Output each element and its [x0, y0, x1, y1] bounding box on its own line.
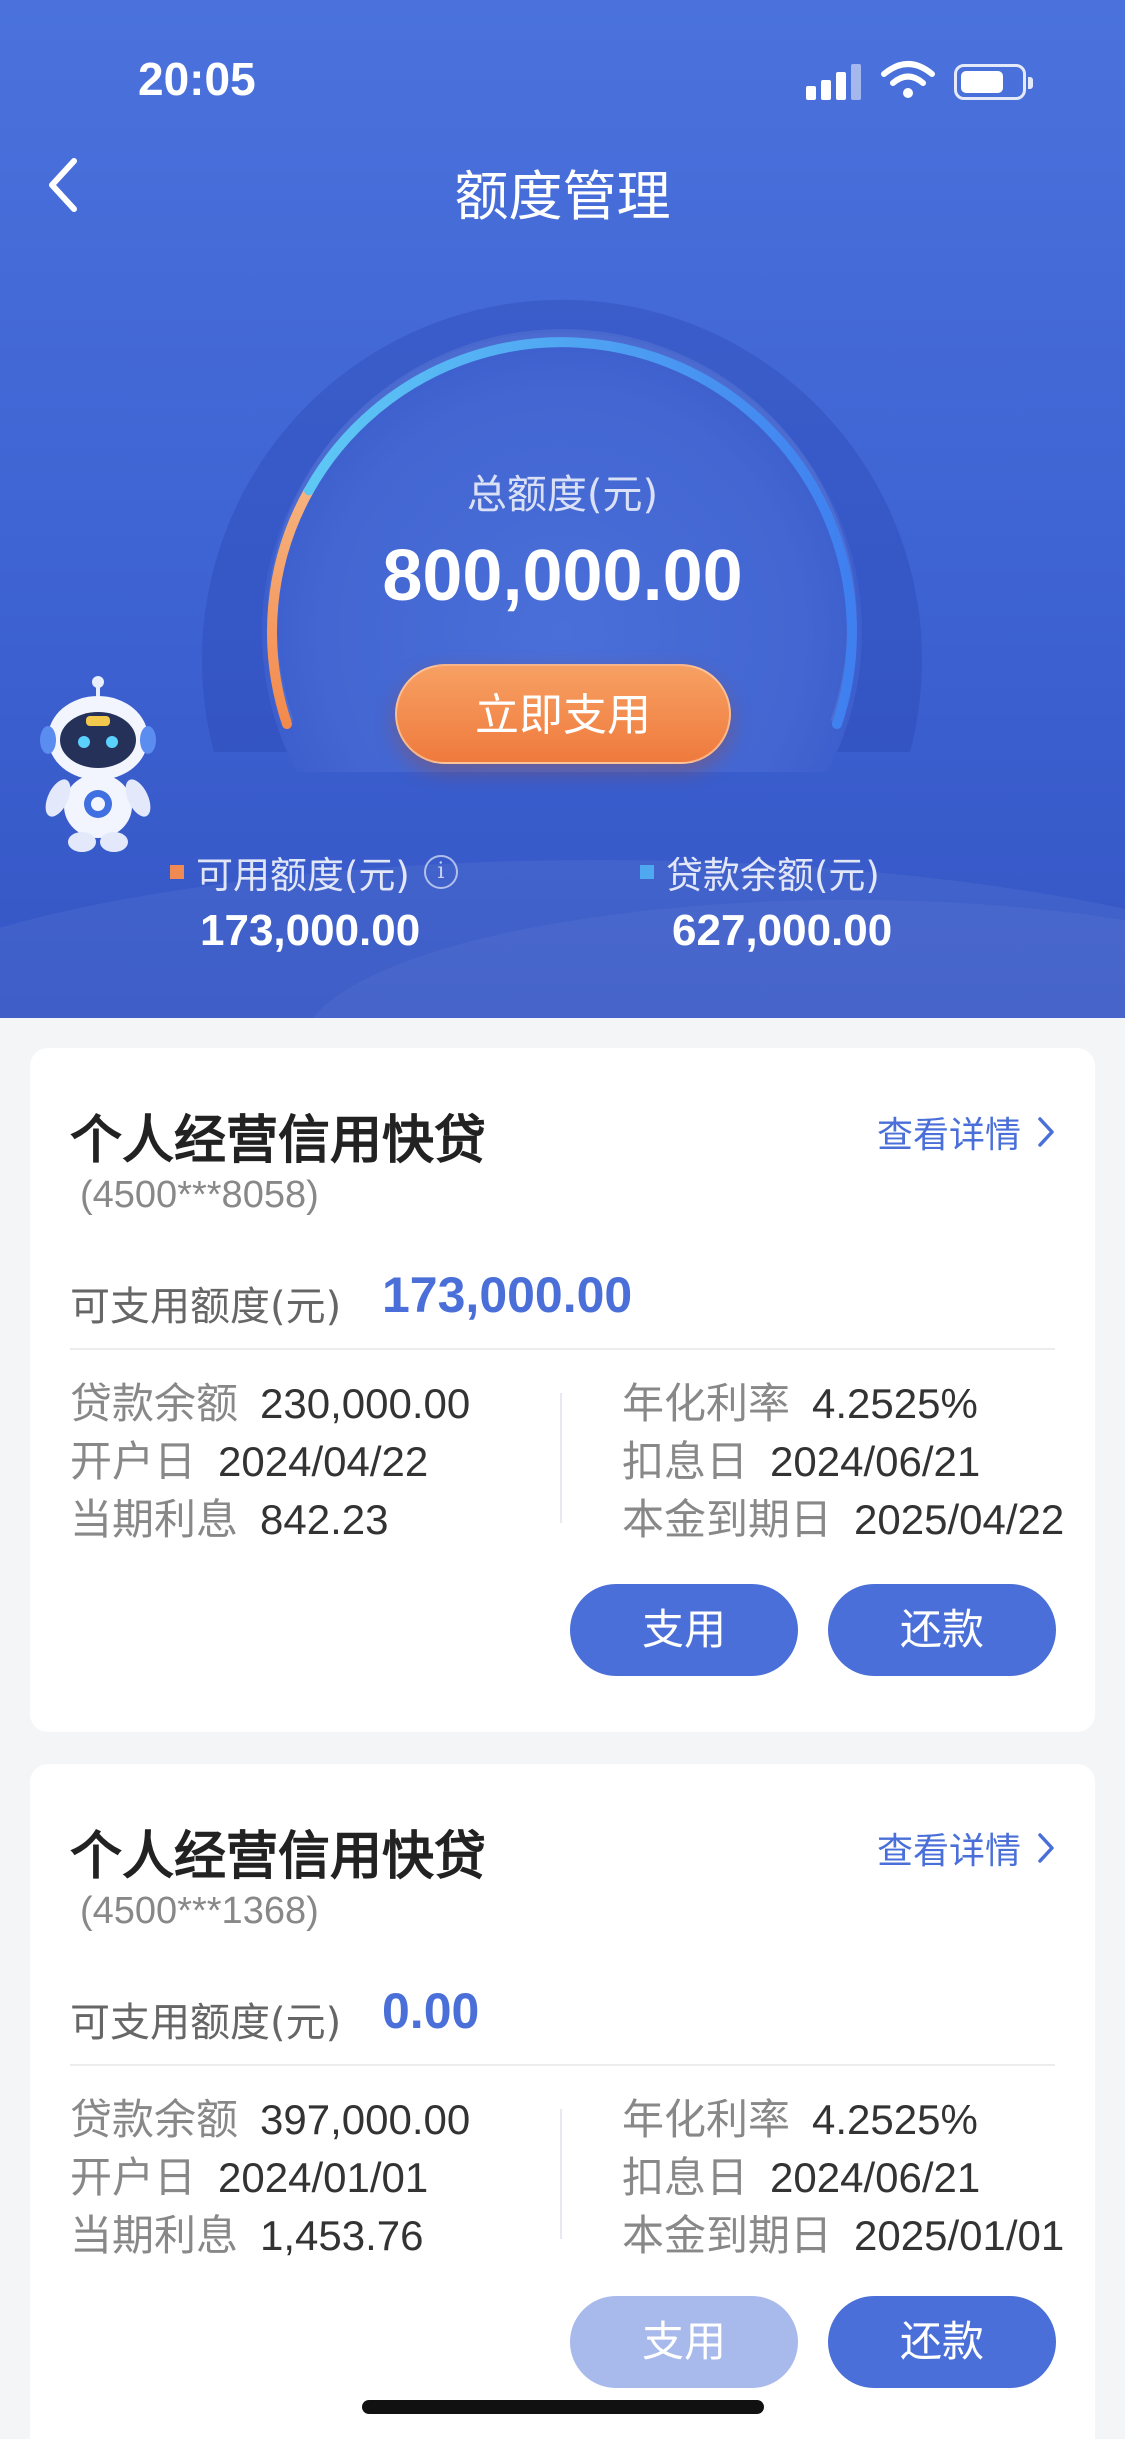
interest-date-row: 扣息日 2024/06/21	[622, 1428, 980, 1489]
maturity-date-row: 本金到期日 2025/01/01	[622, 2202, 1064, 2263]
loan-balance-row: 贷款余额 230,000.00	[70, 1370, 470, 1431]
view-details-link[interactable]: 查看详情	[877, 1106, 1055, 1158]
view-details-label: 查看详情	[876, 1115, 1021, 1156]
field-label: 年化利率	[622, 2095, 791, 2144]
field-label: 本金到期日	[622, 2211, 833, 2260]
total-limit-label: 总额度(元)	[466, 472, 659, 518]
loan-balance-value: 627,000.00	[672, 906, 893, 955]
field-label: 年化利率	[622, 1379, 791, 1428]
view-details-link[interactable]: 查看详情	[877, 1822, 1055, 1874]
field-value: 1,453.76	[260, 2212, 424, 2259]
home-indicator	[362, 2400, 764, 2414]
annual-rate-row: 年化利率 4.2525%	[622, 1370, 978, 1431]
use-now-button[interactable]: 立即支用	[395, 664, 731, 764]
field-value: 4.2525%	[812, 2096, 978, 2143]
use-button[interactable]: 支用	[570, 2296, 798, 2388]
open-date-row: 开户日 2024/01/01	[70, 2144, 428, 2205]
loan-card: 个人经营信用快贷 (4500***1368) 查看详情 可支用额度(元) 0.0…	[30, 1764, 1095, 2439]
open-date-row: 开户日 2024/04/22	[70, 1428, 428, 1489]
cellular-signal-icon	[806, 64, 862, 100]
field-label: 贷款余额	[70, 2095, 239, 2144]
loan-card: 个人经营信用快贷 (4500***8058) 查看详情 可支用额度(元) 173…	[30, 1048, 1095, 1732]
field-value: 230,000.00	[260, 1380, 471, 1427]
loan-balance-label: 贷款余额(元)	[666, 854, 880, 897]
field-label: 扣息日	[622, 2153, 749, 2202]
interest-date-row: 扣息日 2024/06/21	[622, 2144, 980, 2205]
usable-limit-label: 可支用额度(元)	[70, 2000, 342, 2046]
chevron-right-icon	[1038, 1833, 1054, 1863]
available-limit-label: 可用额度(元)	[196, 854, 410, 897]
robot-mascot-icon	[40, 676, 156, 852]
maturity-date-row: 本金到期日 2025/04/22	[622, 1486, 1064, 1547]
field-value: 842.23	[260, 1496, 389, 1543]
divider	[560, 1393, 562, 1523]
field-label: 当期利息	[70, 2211, 239, 2260]
current-interest-row: 当期利息 1,453.76	[70, 2202, 424, 2263]
usable-limit-label: 可支用额度(元)	[70, 1284, 342, 1330]
divider	[560, 2109, 562, 2239]
field-label: 扣息日	[622, 1437, 749, 1486]
page-title: 额度管理	[454, 165, 671, 228]
use-button[interactable]: 支用	[570, 1584, 798, 1676]
field-value: 397,000.00	[260, 2096, 471, 2143]
chevron-right-icon	[1038, 1117, 1054, 1147]
battery-icon	[954, 64, 1033, 100]
loan-product-title: 个人经营信用快贷	[70, 1827, 487, 1887]
repay-button[interactable]: 还款	[828, 2296, 1056, 2388]
field-value: 2025/01/01	[854, 2212, 1065, 2259]
loan-balance-label-row: 贷款余额(元)	[640, 845, 880, 899]
field-label: 当期利息	[70, 1495, 239, 1544]
field-value: 4.2525%	[812, 1380, 978, 1427]
wifi-icon	[881, 61, 935, 98]
divider	[70, 1348, 1055, 1350]
status-time: 20:05	[138, 53, 256, 105]
field-value: 2024/01/01	[218, 2154, 429, 2201]
field-label: 贷款余额	[70, 1379, 239, 1428]
loan-marker-icon	[640, 865, 654, 879]
field-label: 本金到期日	[622, 1495, 833, 1544]
loan-account-number: (4500***8058)	[80, 1174, 319, 1216]
field-label: 开户日	[70, 1437, 197, 1486]
view-details-label: 查看详情	[876, 1831, 1021, 1872]
info-icon[interactable]: i	[423, 855, 458, 889]
loan-balance-row: 贷款余额 397,000.00	[70, 2086, 470, 2147]
credit-limit-hero: 20:05 额度管理 总额度(元) 800,000.00 立即支用 可用额度(元…	[0, 0, 1125, 1018]
loan-account-number: (4500***1368)	[80, 1890, 319, 1932]
loan-product-title: 个人经营信用快贷	[70, 1111, 487, 1171]
annual-rate-row: 年化利率 4.2525%	[622, 2086, 978, 2147]
divider	[70, 2064, 1055, 2066]
available-marker-icon	[170, 865, 184, 879]
available-limit-value: 173,000.00	[200, 906, 421, 955]
field-value: 2024/06/21	[770, 2154, 981, 2201]
field-label: 开户日	[70, 2153, 197, 2202]
field-value: 2025/04/22	[854, 1496, 1065, 1543]
total-limit-value: 800,000.00	[382, 536, 743, 616]
usable-limit-value: 0.00	[382, 1983, 480, 2039]
repay-button[interactable]: 还款	[828, 1584, 1056, 1676]
available-limit-label-row: 可用额度(元) i	[170, 845, 458, 899]
status-bar: 20:05	[0, 0, 1125, 120]
usable-limit-value: 173,000.00	[382, 1267, 633, 1323]
current-interest-row: 当期利息 842.23	[70, 1486, 388, 1547]
field-value: 2024/06/21	[770, 1438, 981, 1485]
field-value: 2024/04/22	[218, 1438, 429, 1485]
